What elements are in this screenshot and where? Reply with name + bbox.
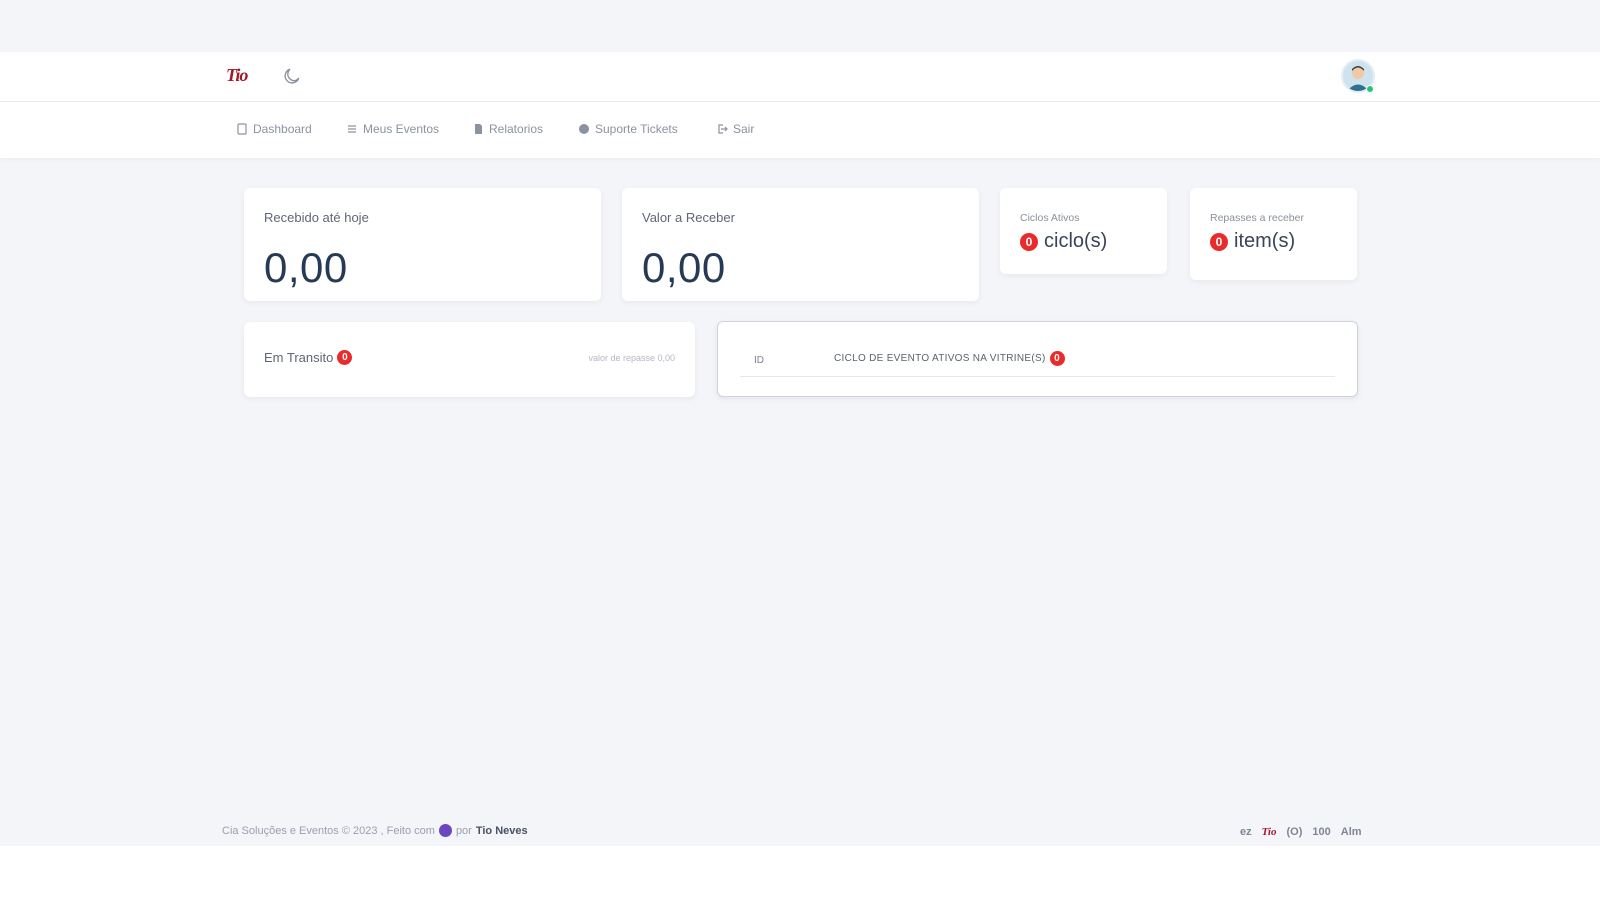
- to-receive-value: 0,00: [642, 244, 726, 291]
- active-cycles-badge: 0: [1020, 232, 1038, 251]
- received-card: Recebido até hoje 0,00: [244, 188, 601, 301]
- in-transit-label: Em Transito: [264, 350, 334, 365]
- transfers-count: 0 item(s): [1210, 230, 1295, 253]
- partner-logo: ez: [1240, 826, 1252, 838]
- brand-logo[interactable]: Tio: [226, 65, 248, 86]
- footer-copyright: Cia Soluções e Eventos © 2023 , Feito co…: [222, 824, 528, 837]
- nav-label: Suporte Tickets: [595, 122, 678, 136]
- partner-logo: Alm: [1340, 826, 1362, 838]
- list-icon: [348, 125, 356, 133]
- footer-author-link[interactable]: Tio Neves: [476, 825, 528, 837]
- received-label: Recebido até hoje: [264, 210, 369, 225]
- showcase-table-card: ID CICLO DE EVENTO ATIVOS NA VITRINE(S) …: [717, 321, 1358, 397]
- footer-prefix: Cia Soluções e Eventos © 2023 , Feito co…: [222, 824, 435, 837]
- partner-logo: Tio: [1261, 826, 1277, 838]
- transfers-label: Repasses a receber: [1210, 212, 1304, 224]
- nav-item-meus-eventos[interactable]: Meus Eventos: [346, 122, 439, 136]
- nav-label: Sair: [733, 122, 755, 136]
- received-value: 0,00: [264, 244, 348, 291]
- nav-label: Meus Eventos: [363, 122, 440, 136]
- table-divider: [740, 376, 1335, 377]
- transfers-badge: 0: [1210, 232, 1228, 251]
- in-transit-badge: 0: [337, 350, 353, 365]
- top-header: Tio: [0, 52, 1600, 102]
- report-icon: [475, 124, 482, 134]
- main-nav: Dashboard Meus Eventos Relatorios Suport…: [0, 102, 1600, 158]
- logout-icon: [718, 124, 728, 134]
- in-transit-title: Em Transito 0: [264, 350, 353, 365]
- transfers-unit: item(s): [1234, 230, 1296, 252]
- partner-logo: (O): [1286, 826, 1303, 838]
- nav-item-dashboard[interactable]: Dashboard: [236, 122, 312, 136]
- footer-by: por: [455, 824, 472, 837]
- online-status-dot: [1366, 85, 1374, 93]
- active-cycles-card: Ciclos Ativos 0 ciclo(s): [1000, 188, 1167, 274]
- nav-label: Dashboard: [253, 122, 312, 136]
- nav-label: Relatorios: [489, 122, 544, 136]
- table-header-title[interactable]: CICLO DE EVENTO ATIVOS NA VITRINE(S) 0: [834, 351, 1065, 366]
- in-transit-card: Em Transito 0 valor de repasse 0,00: [244, 322, 695, 397]
- nav-item-sair[interactable]: Sair: [716, 122, 754, 136]
- to-receive-card: Valor a Receber 0,00: [622, 188, 979, 301]
- app-container: Tio Dashboard Meus Eventos Relatorios Su…: [0, 0, 1600, 846]
- showcase-badge: 0: [1049, 351, 1065, 366]
- moon-icon[interactable]: [282, 66, 302, 86]
- transfers-card: Repasses a receber 0 item(s): [1190, 188, 1357, 280]
- nav-item-suporte-tickets[interactable]: Suporte Tickets: [578, 122, 678, 136]
- support-icon: [579, 124, 589, 134]
- active-cycles-count: 0 ciclo(s): [1020, 230, 1107, 253]
- active-cycles-unit: ciclo(s): [1044, 230, 1108, 252]
- table-title-text: CICLO DE EVENTO ATIVOS NA VITRINE(S): [834, 353, 1046, 364]
- table-header-id: ID: [754, 355, 764, 366]
- active-cycles-label: Ciclos Ativos: [1020, 212, 1080, 224]
- to-receive-label: Valor a Receber: [642, 210, 735, 225]
- in-transit-hint: valor de repasse 0,00: [588, 353, 675, 363]
- heart-icon: [438, 824, 452, 837]
- partner-logo: 100: [1312, 826, 1331, 838]
- footer-partner-logos: ez Tio (O) 100 Alm: [1240, 826, 1362, 838]
- dashboard-icon: [237, 123, 247, 135]
- nav-item-relatorios[interactable]: Relatorios: [472, 122, 543, 136]
